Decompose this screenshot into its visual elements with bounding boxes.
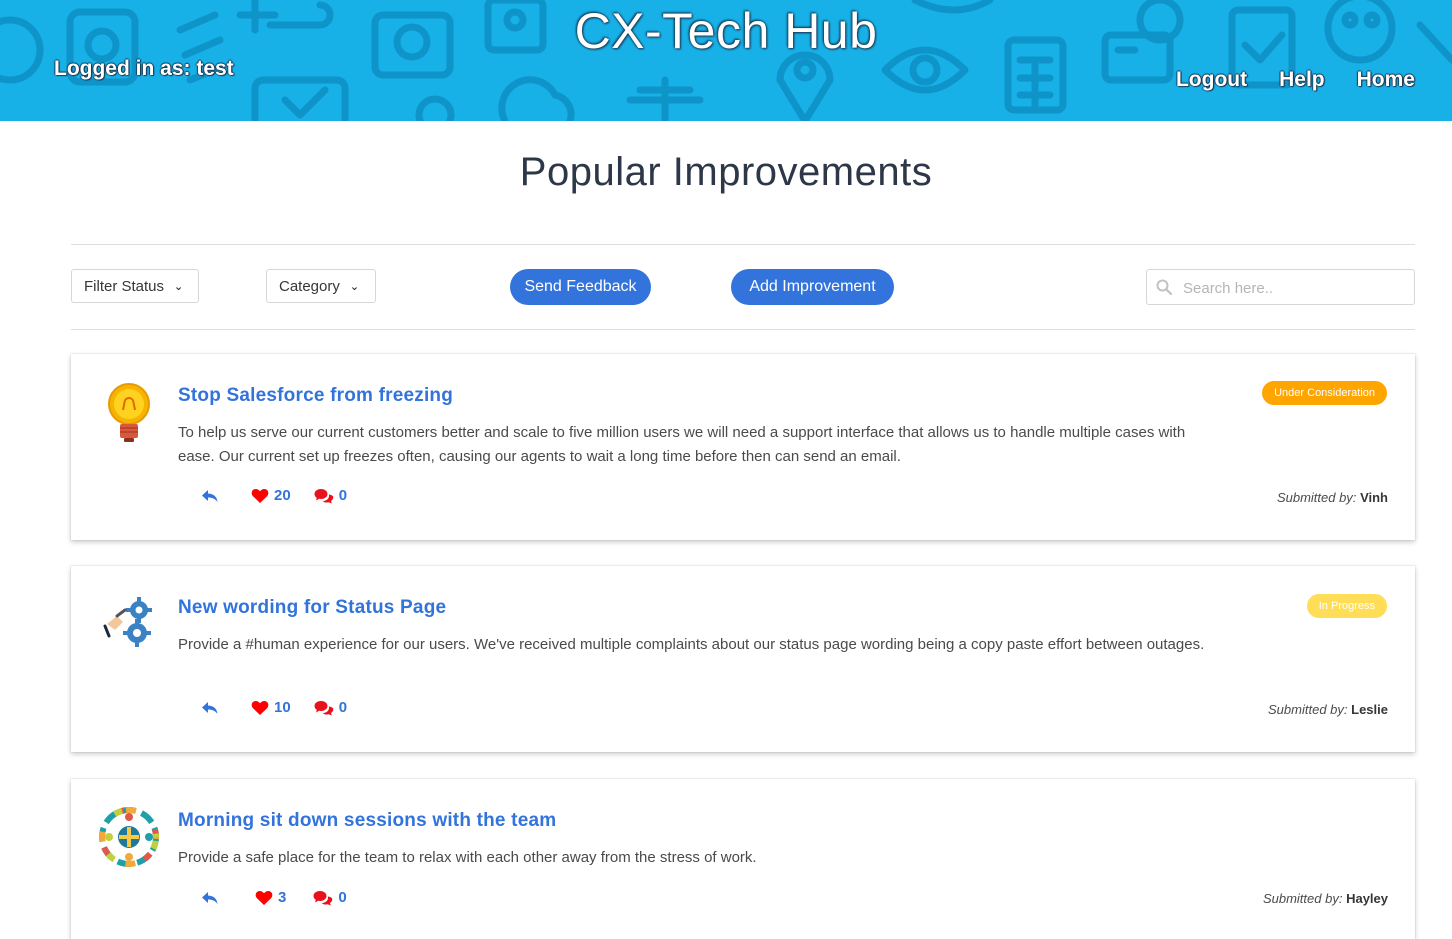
chevron-down-icon: ⌄ (174, 280, 184, 293)
search-box (1146, 269, 1415, 306)
filter-status-dropdown[interactable]: Filter Status ⌄ (71, 269, 199, 303)
improvement-title[interactable]: Stop Salesforce from freezing (178, 385, 453, 407)
submitted-label: Submitted by: (1276, 490, 1357, 505)
card-actions: 10 0 (201, 699, 347, 716)
like-count: 10 (274, 699, 291, 716)
submitted-by: Submitted by: Hayley (1263, 891, 1388, 906)
like-button[interactable]: 20 (251, 487, 291, 504)
search-input[interactable] (1181, 270, 1410, 306)
filter-status-label: Filter Status (84, 277, 165, 295)
heart-icon (251, 488, 269, 503)
submitter-name: Vinh (1360, 490, 1388, 505)
card-actions: 20 0 (201, 487, 347, 504)
comment-count: 0 (338, 699, 348, 716)
reply-icon[interactable] (201, 890, 219, 906)
nav-logout-link[interactable]: Logout (1176, 68, 1247, 92)
divider (71, 244, 1415, 245)
logged-in-user: Logged in as: test (54, 57, 234, 80)
header-banner: CX-Tech Hub Logged in as: test Logout He… (0, 0, 1452, 121)
comments-icon (314, 700, 333, 715)
like-count: 3 (278, 889, 287, 906)
chevron-down-icon: ⌄ (349, 280, 360, 293)
card-actions: 3 0 (201, 889, 347, 906)
improvement-card: New wording for Status Page Provide a #h… (71, 566, 1415, 752)
comments-button[interactable]: 0 (313, 889, 347, 906)
submitter-name: Leslie (1351, 702, 1388, 717)
heart-icon (251, 700, 269, 715)
send-feedback-button[interactable]: Send Feedback (510, 269, 651, 305)
comment-count: 0 (338, 487, 348, 504)
comment-count: 0 (338, 889, 347, 906)
top-nav: Logout Help Home (1176, 68, 1415, 92)
comments-button[interactable]: 0 (314, 699, 347, 716)
category-label: Category (279, 277, 340, 295)
improvement-description: Provide a #human experience for our user… (178, 636, 1205, 653)
comments-button[interactable]: 0 (314, 487, 347, 504)
improvement-description: To help us serve our current customers b… (178, 424, 1186, 465)
category-dropdown[interactable]: Category ⌄ (266, 269, 376, 303)
submitted-label: Submitted by: (1268, 702, 1348, 717)
status-badge: In Progress (1306, 594, 1387, 618)
comments-icon (314, 488, 333, 503)
status-badge: Under Consideration (1262, 381, 1387, 405)
nav-help-link[interactable]: Help (1279, 68, 1325, 92)
like-count: 20 (274, 487, 291, 504)
reply-icon[interactable] (201, 488, 219, 504)
improvement-title[interactable]: New wording for Status Page (178, 597, 446, 619)
submitter-name: Hayley (1346, 891, 1388, 906)
improvement-card: Stop Salesforce from freezing To help us… (71, 354, 1415, 540)
improvement-description: Provide a safe place for the team to rel… (178, 849, 757, 866)
gears-icon (103, 597, 152, 647)
app-title: CX-Tech Hub (574, 3, 878, 59)
team-circle-icon (99, 807, 159, 867)
improvement-title[interactable]: Morning sit down sessions with the team (178, 810, 556, 832)
nav-home-link[interactable]: Home (1357, 68, 1415, 92)
like-button[interactable]: 3 (255, 889, 286, 906)
search-icon (1156, 279, 1172, 295)
improvement-card: Morning sit down sessions with the team … (71, 779, 1415, 939)
reply-icon[interactable] (201, 700, 219, 716)
heart-icon (255, 890, 273, 905)
submitted-by: Submitted by: Leslie (1268, 702, 1388, 717)
divider (71, 329, 1415, 330)
comments-icon (313, 890, 333, 905)
submitted-label: Submitted by: (1262, 891, 1343, 906)
submitted-by: Submitted by: Vinh (1277, 490, 1388, 505)
add-improvement-button[interactable]: Add Improvement (731, 269, 894, 305)
like-button[interactable]: 10 (251, 699, 291, 716)
lightbulb-icon (108, 383, 150, 442)
page-title: Popular Improvements (519, 150, 933, 194)
